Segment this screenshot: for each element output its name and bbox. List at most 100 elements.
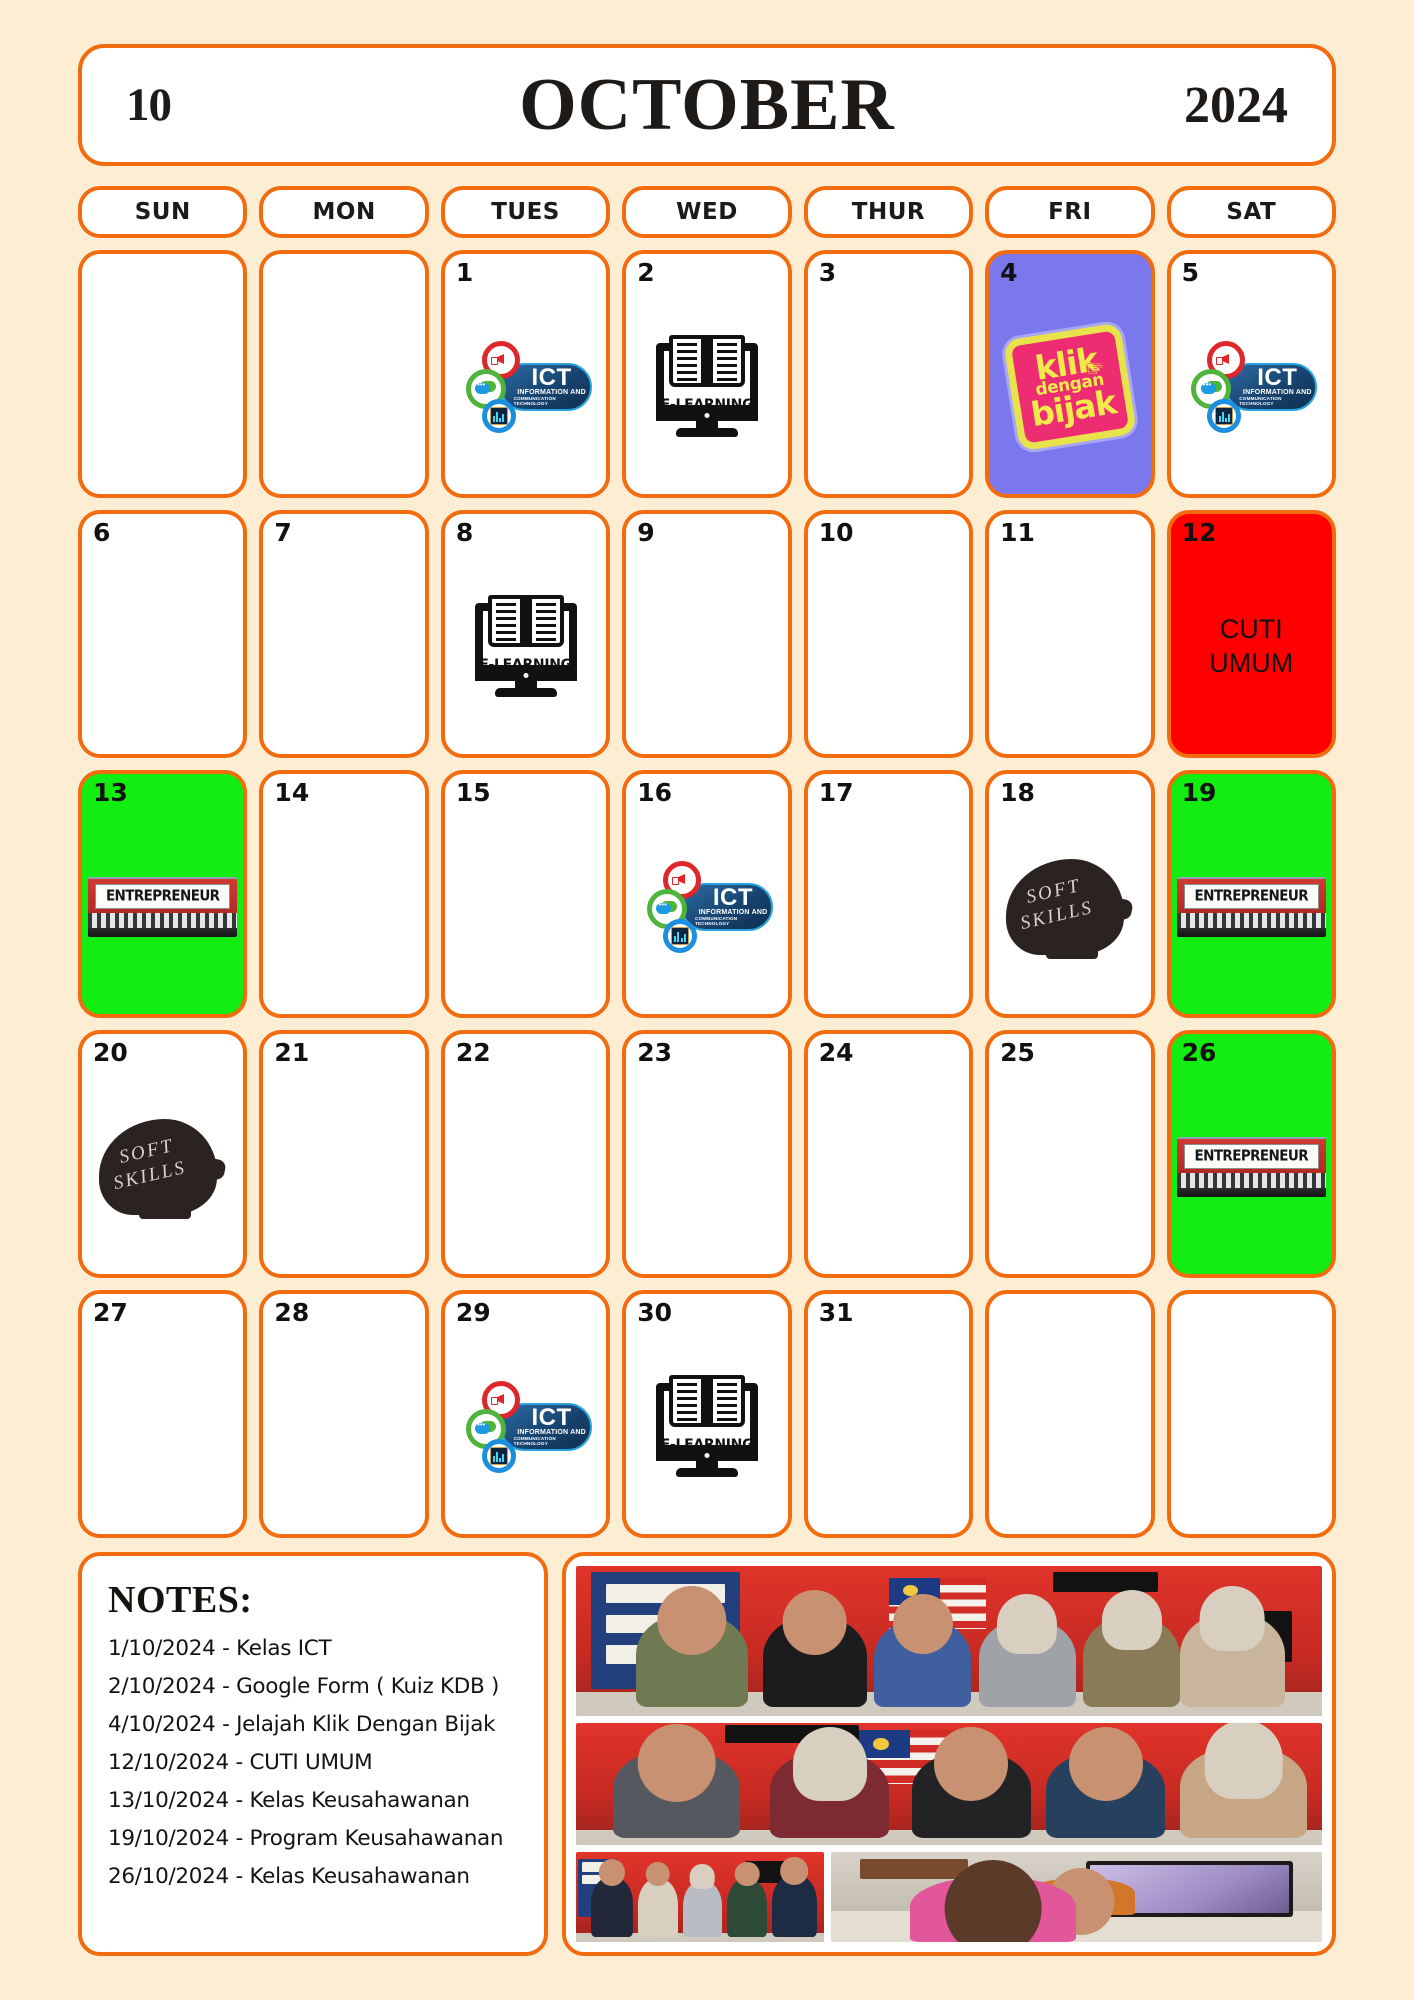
ict-title: ICT (531, 1403, 572, 1431)
day-cell-empty-1[interactable] (259, 250, 429, 498)
day-cell-content: SOFT SKILLS (989, 805, 1150, 1014)
day-cell-22[interactable]: 22 (440, 1030, 611, 1278)
ict-line1: INFORMATION AND (517, 1429, 586, 1437)
calendar-grid: 1 ICT INFORMATION AND COMMUNICATION TECH… (78, 250, 1336, 1538)
day-cell-5[interactable]: 5 ICT INFORMATION AND COMMUNICATION TECH… (1166, 250, 1336, 498)
day-cell-21[interactable]: 21 (259, 1030, 429, 1278)
day-cell-19[interactable]: 19 ENTREPRENEUR (1166, 770, 1336, 1018)
day-cell-empty-33[interactable] (985, 1290, 1155, 1538)
entrepreneur-label: ENTREPRENEUR (1194, 887, 1309, 905)
day-cell-2[interactable]: 2 E-LEARNING (622, 250, 792, 498)
day-number: 22 (455, 1038, 491, 1067)
day-number: 15 (455, 778, 491, 807)
day-cell-16[interactable]: 16 ICT INFORMATION AND COMMUNICATION TEC… (622, 770, 792, 1018)
day-cell-28[interactable]: 28 (259, 1290, 429, 1538)
ict-line1: INFORMATION AND (698, 909, 768, 917)
note-item: 13/10/2024 - Kelas Keusahawanan (108, 1788, 470, 1813)
day-cell-empty-0[interactable] (78, 250, 248, 498)
day-cell-content: ICT INFORMATION AND COMMUNICATION TECHNO… (445, 285, 606, 494)
day-cell-content: klik dengan bijak ☞ (989, 285, 1150, 494)
day-number: 7 (274, 518, 292, 547)
entrepreneur-label: ENTREPRENEUR (1194, 1147, 1309, 1165)
day-cell-6[interactable]: 6 (78, 510, 248, 758)
photo-group-five-people-flag (576, 1723, 1322, 1845)
day-cell-9[interactable]: 9 (622, 510, 792, 758)
day-cell-content: ICT INFORMATION AND COMMUNICATION TECHNO… (1171, 285, 1332, 494)
pointing-hand-icon: ☞ (1085, 357, 1104, 380)
day-cell-25[interactable]: 25 (985, 1030, 1155, 1278)
day-cell-content (263, 545, 424, 754)
ict-line1: INFORMATION AND (1242, 389, 1312, 397)
ict-line2: COMMUNICATION TECHNOLOGY (1239, 396, 1282, 407)
ict-line2: COMMUNICATION TECHNOLOGY (513, 1436, 556, 1447)
day-cell-20[interactable]: 20 SOFT SKILLS (78, 1030, 248, 1278)
ict-logo-icon: ICT INFORMATION AND COMMUNICATION TECHNO… (1185, 340, 1318, 433)
e-learning-monitor-icon: E-LEARNING (467, 594, 585, 699)
day-cell-27[interactable]: 27 (78, 1290, 248, 1538)
weekday-sat: SAT (1166, 186, 1336, 238)
day-cell-24[interactable]: 24 (803, 1030, 974, 1278)
soft-skills-head-icon: SOFT SKILLS (98, 1115, 227, 1219)
day-cell-3[interactable]: 3 (803, 250, 974, 498)
entrepreneur-binder-photo: ENTREPRENEUR (88, 876, 238, 937)
entrepreneur-binder-photo: ENTREPRENEUR (1176, 1136, 1326, 1197)
ict-logo-icon: ICT INFORMATION AND COMMUNICATION TECHNO… (460, 340, 592, 433)
day-cell-content: E-LEARNING (445, 545, 606, 754)
day-cell-1[interactable]: 1 ICT INFORMATION AND COMMUNICATION TECH… (440, 250, 611, 498)
day-cell-content (626, 1065, 787, 1274)
day-cell-8[interactable]: 8 E-LEARNING (440, 510, 611, 758)
day-number: 24 (818, 1038, 854, 1067)
day-cell-content (808, 545, 969, 754)
day-cell-17[interactable]: 17 (803, 770, 974, 1018)
open-book-icon (668, 334, 745, 389)
weekday-tues: TUES (440, 186, 611, 238)
day-number: 3 (818, 258, 837, 287)
day-cell-content (263, 260, 424, 494)
kdb-line3: bijak (1027, 381, 1119, 434)
open-book-icon (487, 594, 564, 649)
ict-title: ICT (1257, 363, 1298, 391)
day-number: 25 (1000, 1038, 1035, 1067)
bottom-section: NOTES: 1/10/2024 - Kelas ICT 2/10/2024 - … (78, 1552, 1336, 1956)
weekday-fri: FRI (985, 186, 1155, 238)
day-cell-10[interactable]: 10 (803, 510, 974, 758)
day-cell-30[interactable]: 30 E-LEARNING (622, 1290, 792, 1538)
microchip-icon (481, 1438, 516, 1473)
day-cell-content: E-LEARNING (626, 1325, 787, 1534)
day-cell-13[interactable]: 13 ENTREPRENEUR (78, 770, 248, 1018)
day-cell-content (808, 1065, 969, 1274)
day-number: 4 (1000, 258, 1018, 287)
day-cell-7[interactable]: 7 (259, 510, 429, 758)
day-cell-14[interactable]: 14 (259, 770, 429, 1018)
day-cell-18[interactable]: 18 SOFT SKILLS (985, 770, 1155, 1018)
ict-title: ICT (531, 363, 572, 391)
day-cell-29[interactable]: 29 ICT INFORMATION AND COMMUNICATION TEC… (440, 1290, 611, 1538)
open-book-icon (668, 1374, 745, 1429)
day-number: 12 (1181, 518, 1217, 547)
e-learning-monitor-icon: E-LEARNING (648, 334, 766, 439)
day-cell-content (808, 1325, 969, 1534)
day-cell-content (989, 1300, 1150, 1534)
day-cell-content (82, 260, 243, 494)
day-cell-content: E-LEARNING (626, 285, 787, 494)
weekday-thur: THUR (803, 186, 974, 238)
day-cell-31[interactable]: 31 (803, 1290, 974, 1538)
day-cell-content (808, 805, 969, 1014)
day-cell-4[interactable]: 4 klik dengan bijak ☞ (985, 250, 1155, 498)
photo-student-at-computer (831, 1852, 1322, 1942)
day-cell-26[interactable]: 26 ENTREPRENEUR (1166, 1030, 1336, 1278)
day-cell-11[interactable]: 11 (985, 510, 1155, 758)
day-number: 19 (1181, 778, 1217, 807)
day-cell-content: ENTREPRENEUR (82, 805, 243, 1014)
day-cell-12[interactable]: 12 CUTI UMUM (1166, 510, 1336, 758)
day-cell-23[interactable]: 23 (622, 1030, 792, 1278)
day-number: 21 (274, 1038, 310, 1067)
ict-line2: COMMUNICATION TECHNOLOGY (694, 916, 738, 927)
day-cell-empty-34[interactable] (1166, 1290, 1336, 1538)
day-number: 27 (93, 1298, 128, 1327)
ict-logo-icon: ICT INFORMATION AND COMMUNICATION TECHNO… (460, 1380, 592, 1473)
ict-line2: COMMUNICATION TECHNOLOGY (513, 396, 556, 407)
day-cell-15[interactable]: 15 (440, 770, 611, 1018)
day-number: 16 (637, 778, 673, 807)
day-number: 6 (93, 518, 111, 547)
